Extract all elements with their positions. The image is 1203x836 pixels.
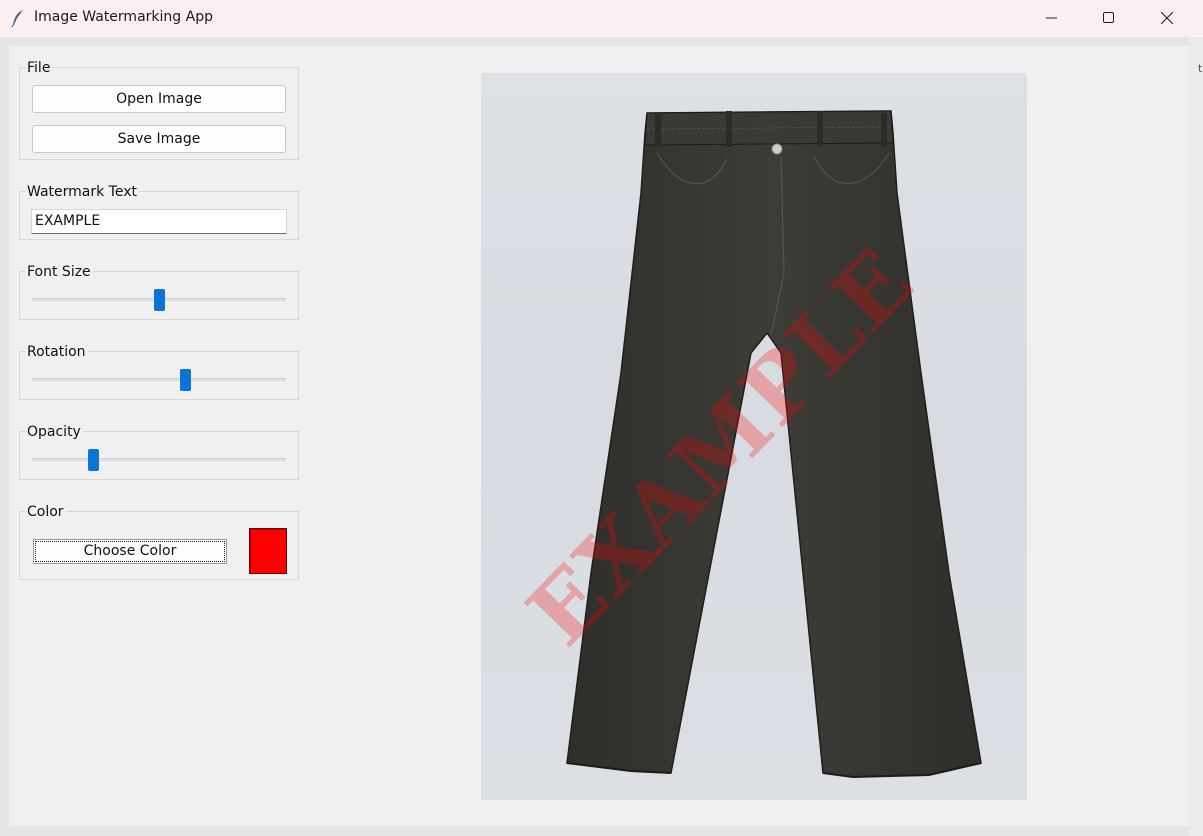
open-image-button[interactable]: Open Image xyxy=(32,85,286,113)
slider-track xyxy=(32,458,286,463)
close-button[interactable] xyxy=(1138,0,1198,37)
window-edge xyxy=(1189,37,1203,836)
slider-thumb[interactable] xyxy=(88,449,99,471)
font-size-label: Font Size xyxy=(25,264,93,280)
file-group-label: File xyxy=(25,60,53,76)
jeans-image: EXAMPLE xyxy=(507,110,982,779)
color-swatch xyxy=(249,528,287,574)
color-label: Color xyxy=(25,504,66,520)
feather-icon xyxy=(11,10,23,27)
slider-track xyxy=(32,378,286,383)
rotation-label: Rotation xyxy=(25,344,88,360)
minimize-button[interactable] xyxy=(1023,0,1083,37)
rotation-slider[interactable] xyxy=(32,369,286,391)
opacity-label: Opacity xyxy=(25,424,83,440)
watermark-text-label: Watermark Text xyxy=(25,184,139,200)
maximize-icon xyxy=(1103,12,1114,23)
slider-thumb[interactable] xyxy=(154,289,165,311)
title-bar: Image Watermarking App xyxy=(0,0,1203,37)
opacity-slider[interactable] xyxy=(32,449,286,471)
close-icon xyxy=(1161,12,1173,24)
window-bottom-edge xyxy=(0,826,1189,836)
window-title: Image Watermarking App xyxy=(34,9,213,25)
choose-color-button[interactable]: Choose Color xyxy=(33,539,227,564)
slider-thumb[interactable] xyxy=(180,369,191,391)
save-image-button[interactable]: Save Image xyxy=(32,125,286,153)
edge-glyph: t xyxy=(1198,62,1203,75)
watermark-text-input[interactable]: EXAMPLE xyxy=(31,209,287,234)
image-preview: EXAMPLE xyxy=(481,73,1027,800)
minimize-icon xyxy=(1046,17,1057,19)
maximize-button[interactable] xyxy=(1080,0,1140,37)
font-size-slider[interactable] xyxy=(32,289,286,311)
